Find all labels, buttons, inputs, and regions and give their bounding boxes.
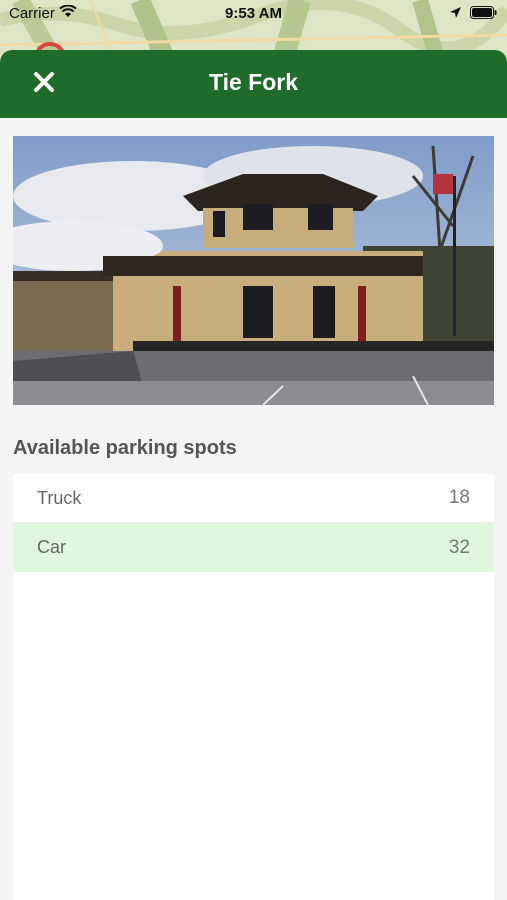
page-title: Tie Fork <box>208 69 299 95</box>
row-count: 32 <box>448 536 470 558</box>
status-right <box>449 6 497 23</box>
status-time: 9:53 AM <box>225 5 282 22</box>
section-title: Available parking spots <box>13 437 237 459</box>
row-label: Truck <box>37 487 82 508</box>
row-label: Car <box>37 537 67 557</box>
list-item[interactable]: Truck 18 <box>13 474 494 523</box>
detail-sheet: Tie Fork Available parking spots Truck 1… <box>0 50 507 900</box>
battery-icon <box>470 6 497 23</box>
parking-list: Truck 18 Car 32 <box>13 474 494 900</box>
list-item[interactable]: Car 32 <box>13 523 494 572</box>
location-arrow-icon <box>449 6 462 23</box>
station-photo <box>13 136 494 405</box>
sheet-header: Tie Fork <box>0 50 507 118</box>
row-count: 18 <box>448 487 470 508</box>
status-bar: Carrier 9:53 AM <box>0 0 507 28</box>
